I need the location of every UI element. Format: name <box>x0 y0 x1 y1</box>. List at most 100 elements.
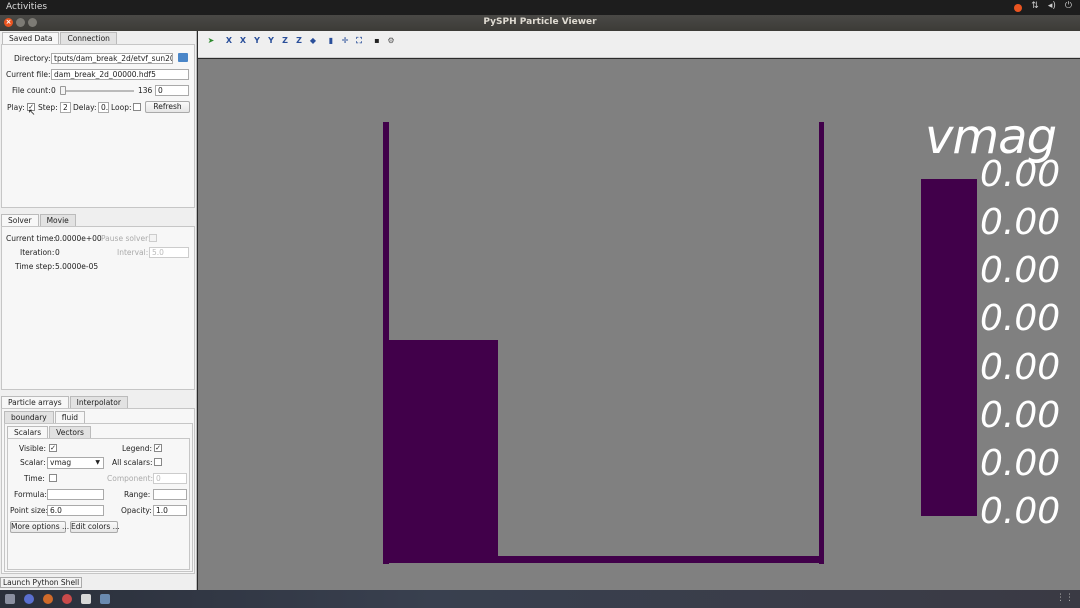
edit-colors-button[interactable]: Edit colors ... <box>70 521 120 533</box>
file-count-min: 0 <box>51 86 56 95</box>
current-file-input[interactable]: dam_break_2d_00000.hdf5 <box>51 69 189 80</box>
solver-pane: Current time: 0.0000e+00 Pause solver: I… <box>1 226 195 390</box>
desktop-taskbar: ⋮⋮ <box>0 590 1080 608</box>
tab-connection[interactable]: Connection <box>60 32 117 44</box>
file-count-slider-handle[interactable] <box>60 86 66 95</box>
isometric-view-icon[interactable]: ◆ <box>308 36 318 46</box>
pause-solver-checkbox[interactable] <box>149 234 157 242</box>
tab-boundary[interactable]: boundary <box>4 411 54 423</box>
file-count-slider[interactable] <box>60 90 134 92</box>
legend-tick: 0.00 <box>980 347 1061 388</box>
browse-folder-icon[interactable] <box>178 53 188 62</box>
scalar-select[interactable]: vmag ▼ <box>47 457 104 469</box>
point-size-input[interactable]: 6.0 <box>47 505 104 516</box>
legend-tick: 0.00 <box>980 154 1061 195</box>
delay-input[interactable]: 0. <box>98 102 109 113</box>
legend-tick: 0.00 <box>980 443 1061 484</box>
file-count-max: 136 <box>138 86 153 95</box>
interval-input[interactable]: 5.0 <box>149 247 189 258</box>
refresh-button[interactable]: Refresh <box>145 101 190 113</box>
browser-app-icon[interactable] <box>24 594 34 604</box>
opacity-input[interactable]: 1.0 <box>153 505 187 516</box>
loop-checkbox[interactable] <box>133 103 141 111</box>
current-time-value: 0.0000e+00 <box>55 234 102 243</box>
pysph-app-icon[interactable] <box>100 594 110 604</box>
scalar-select-value: vmag <box>50 458 72 467</box>
time-step-label: Time step: <box>15 262 55 271</box>
power-icon[interactable]: ⏻ <box>1065 1 1072 12</box>
tab-saved-data[interactable]: Saved Data <box>2 32 60 44</box>
view-plus-x-icon[interactable]: X <box>238 36 248 46</box>
files-app-icon[interactable] <box>5 594 15 604</box>
system-tray[interactable]: ⇅ ◂) ⏻ <box>1014 1 1072 12</box>
network-icon[interactable]: ⇅ <box>1031 1 1039 12</box>
all-scalars-label: All scalars: <box>112 458 153 467</box>
view-plus-z-icon[interactable]: Z <box>294 36 304 46</box>
current-file-label: Current file: <box>6 70 51 79</box>
legend-tick: 0.00 <box>980 395 1061 436</box>
interval-label: Interval: <box>117 248 149 257</box>
chrome-app-icon[interactable] <box>62 594 72 604</box>
file-count-input[interactable]: 0 <box>155 85 189 96</box>
tab-particle-arrays[interactable]: Particle arrays <box>1 396 69 408</box>
tab-interpolator[interactable]: Interpolator <box>69 396 128 408</box>
window-title: PySPH Particle Viewer <box>483 17 597 27</box>
particle-arrays-pane: boundary fluid Scalars Vectors Visible: … <box>1 408 195 574</box>
legend-label: Legend: <box>122 444 153 453</box>
tab-scalars[interactable]: Scalars <box>7 426 49 438</box>
point-size-label: Point size: <box>10 506 49 515</box>
time-label: Time: <box>24 474 45 483</box>
range-input[interactable] <box>153 489 187 500</box>
scalar-vector-tabs: Scalars Vectors <box>7 426 92 438</box>
parallel-projection-icon[interactable]: ▮ <box>326 36 336 46</box>
tab-movie[interactable]: Movie <box>39 214 76 226</box>
current-time-label: Current time: <box>6 234 57 243</box>
legend-tick: 0.00 <box>980 250 1061 291</box>
launch-python-shell-button[interactable]: Launch Python Shell <box>0 577 83 588</box>
scene-viewport[interactable]: vmag 0.00 0.00 0.00 0.00 0.00 0.00 0.00 … <box>198 59 1080 590</box>
more-options-button[interactable]: More options ... <box>10 521 69 533</box>
formula-label: Formula: <box>14 490 47 499</box>
directory-label: Directory: <box>14 54 51 63</box>
firefox-app-icon[interactable] <box>43 594 53 604</box>
activities-button[interactable]: Activities <box>6 2 47 12</box>
opacity-label: Opacity: <box>121 506 152 515</box>
axes-icon[interactable]: ✛ <box>340 36 350 46</box>
settings-icon[interactable]: ⚙ <box>386 36 396 46</box>
file-count-label: File count: <box>12 86 51 95</box>
particle-tabs: Particle arrays Interpolator <box>1 396 129 408</box>
legend-checkbox[interactable]: ✓ <box>154 444 162 452</box>
editor-app-icon[interactable] <box>81 594 91 604</box>
save-icon[interactable]: ▪ <box>372 36 382 46</box>
view-minus-x-icon[interactable]: X <box>224 36 234 46</box>
all-scalars-checkbox[interactable] <box>154 458 162 466</box>
mouse-cursor-icon: ↖ <box>28 108 36 118</box>
window-titlebar: × PySPH Particle Viewer <box>0 15 1080 31</box>
view-plus-y-icon[interactable]: Y <box>266 36 276 46</box>
update-indicator-icon[interactable] <box>1014 4 1023 12</box>
system-top-bar: Activities ⇅ ◂) ⏻ <box>0 0 1080 15</box>
tab-solver[interactable]: Solver <box>1 214 39 226</box>
formula-input[interactable] <box>47 489 104 500</box>
run-icon[interactable]: ➤ <box>206 36 216 46</box>
legend-tick: 0.00 <box>980 202 1061 243</box>
visible-checkbox[interactable]: ✓ <box>49 444 57 452</box>
step-input[interactable]: 2 <box>60 102 71 113</box>
tab-fluid[interactable]: fluid <box>54 411 86 423</box>
view-minus-z-icon[interactable]: Z <box>280 36 290 46</box>
view-minus-y-icon[interactable]: Y <box>252 36 262 46</box>
chevron-down-icon: ▼ <box>95 459 100 466</box>
tab-vectors[interactable]: Vectors <box>49 426 91 438</box>
pause-solver-label: Pause solver: <box>101 234 151 243</box>
delay-label: Delay: <box>73 103 97 112</box>
step-label: Step: <box>38 103 58 112</box>
directory-input[interactable]: tputs/dam_break_2d/etvf_sun2019 <box>51 53 173 64</box>
time-checkbox[interactable] <box>49 474 57 482</box>
app-grid-icon[interactable]: ⋮⋮ <box>1056 593 1074 603</box>
scalar-label: Scalar: <box>20 458 46 467</box>
component-input[interactable]: 0 <box>153 473 187 484</box>
volume-icon[interactable]: ◂) <box>1048 1 1056 12</box>
fullscreen-icon[interactable]: ⛶ <box>354 36 364 46</box>
legend-tick: 0.00 <box>980 298 1061 339</box>
fluid-column <box>383 340 498 563</box>
